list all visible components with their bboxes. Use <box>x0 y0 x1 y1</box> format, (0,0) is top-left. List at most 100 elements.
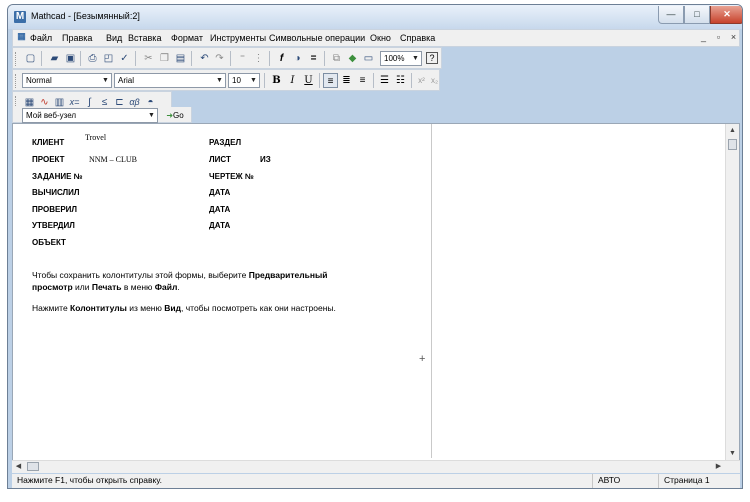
maximize-button[interactable]: □ <box>684 6 710 24</box>
mdi-minimize-button[interactable]: _ <box>697 32 710 44</box>
chevron-down-icon[interactable]: ▼ <box>214 74 225 87</box>
toolbar-separator <box>191 51 192 66</box>
drawing-label: ЧЕРТЕЖ № <box>209 172 254 181</box>
chevron-down-icon[interactable]: ▼ <box>100 74 111 87</box>
redo-icon[interactable]: ↷ <box>212 51 227 66</box>
menu-symbolics[interactable]: Символьные операции <box>269 33 365 43</box>
zoom-select[interactable]: 100% ▼ <box>380 51 422 66</box>
insert-function-icon[interactable]: f <box>274 51 289 66</box>
horizontal-scroll-thumb[interactable] <box>27 462 39 471</box>
minimize-button[interactable]: — <box>658 6 684 24</box>
save-icon[interactable]: ▣ <box>63 51 78 66</box>
align-center-icon[interactable]: ≣ <box>339 73 354 88</box>
toolbar-separator <box>373 73 374 88</box>
menu-file[interactable]: Файл <box>30 33 52 43</box>
status-mode: АВТО <box>592 474 620 488</box>
note-text: Чтобы сохранить колонтитулы этой формы, … <box>32 270 249 280</box>
print-preview-icon[interactable]: ◰ <box>101 51 116 66</box>
calculated-label: ВЫЧИСЛИЛ <box>32 188 80 197</box>
calculate-icon[interactable]: = <box>306 51 321 66</box>
font-select[interactable]: Arial ▼ <box>114 73 226 88</box>
spell-check-icon[interactable]: ✓ <box>117 51 132 66</box>
scroll-left-icon[interactable]: ◀ <box>12 461 25 473</box>
align-right-icon[interactable]: ≡ <box>355 73 370 88</box>
underline-button[interactable]: U <box>301 73 316 88</box>
font-size-select[interactable]: 10 ▼ <box>228 73 260 88</box>
toolbar-separator <box>135 51 136 66</box>
style-value: Normal <box>26 76 52 85</box>
sheet-label: ЛИСТ <box>209 155 231 164</box>
status-page: Страница 1 <box>658 474 710 488</box>
project-label: ПРОЕКТ <box>32 155 65 164</box>
task-label: ЗАДАНИЕ № <box>32 172 83 181</box>
menu-window[interactable]: Окно <box>370 33 391 43</box>
component-wizard-icon[interactable]: ◆ <box>345 51 360 66</box>
menu-insert[interactable]: Вставка <box>128 33 161 43</box>
document-icon[interactable]: ▦ <box>15 31 28 43</box>
note-bold: Печать <box>91 282 122 292</box>
vertical-scrollbar[interactable]: ▲ ▼ <box>725 124 739 460</box>
page-boundary <box>431 124 432 458</box>
align-across-icon[interactable]: ⁼ <box>235 51 250 66</box>
numbering-icon[interactable]: ☷ <box>393 73 408 88</box>
menu-tools[interactable]: Инструменты <box>210 33 266 43</box>
cut-icon[interactable]: ✂ <box>141 51 156 66</box>
note-bold: Вид <box>164 303 181 313</box>
horizontal-scrollbar[interactable]: ◀ ▶ <box>12 460 740 473</box>
italic-button[interactable]: I <box>285 73 300 88</box>
mathcad-logo-icon: M <box>14 11 26 23</box>
toolbar-grip[interactable] <box>15 52 18 66</box>
note-line-3[interactable]: Нажмите Колонтитулы из меню Вид, чтобы п… <box>32 302 336 314</box>
paste-icon[interactable]: ▤ <box>173 51 188 66</box>
client-value[interactable]: Trovel <box>85 133 106 142</box>
date-label: ДАТА <box>209 188 231 197</box>
web-address-select[interactable]: Мой веб-узел ▼ <box>22 108 158 123</box>
help-button[interactable]: ? <box>426 52 438 64</box>
scroll-up-icon[interactable]: ▲ <box>726 124 739 137</box>
copy-icon[interactable]: ❐ <box>157 51 172 66</box>
note-line-2[interactable]: просмотр или Печать в меню Файл. <box>32 281 180 293</box>
formatting-toolbar: Normal ▼ Arial ▼ 10 ▼ B I U ≡ ≣ ≡ ☰ ☷ x²… <box>12 69 440 91</box>
undo-icon[interactable]: ↶ <box>197 51 212 66</box>
chevron-down-icon[interactable]: ▼ <box>248 74 259 87</box>
bold-button[interactable]: B <box>269 73 284 88</box>
insert-hyperlink-icon[interactable]: ⧉ <box>329 51 344 66</box>
note-text: или <box>72 282 92 292</box>
toolbar-grip[interactable] <box>15 74 18 88</box>
standard-toolbar: ▢ ▰ ▣ ⎙ ◰ ✓ ✂ ❐ ▤ ↶ ↷ ⁼ ⋮ f ◑ = ⧉ ◆ ▭ 10… <box>12 47 442 69</box>
note-line-1[interactable]: Чтобы сохранить колонтитулы этой формы, … <box>32 269 328 281</box>
menu-format[interactable]: Формат <box>171 33 203 43</box>
bullets-icon[interactable]: ☰ <box>377 73 392 88</box>
scroll-right-icon[interactable]: ▶ <box>712 461 725 473</box>
chevron-down-icon[interactable]: ▼ <box>410 52 421 65</box>
resource-center-icon[interactable]: ▭ <box>361 51 376 66</box>
section-label: РАЗДЕЛ <box>209 138 242 147</box>
approved-label: УТВЕРДИЛ <box>32 221 75 230</box>
new-document-icon[interactable]: ▢ <box>23 51 38 66</box>
project-value[interactable]: NNM – CLUB <box>89 155 137 164</box>
web-toolbar: Мой веб-узел ▼ ➜Go <box>12 107 192 123</box>
vertical-scroll-thumb[interactable] <box>728 139 737 150</box>
title-bar[interactable]: M Mathcad - [Безымянный:2] — □ ✕ <box>8 5 742 29</box>
style-select[interactable]: Normal ▼ <box>22 73 112 88</box>
toolbar-separator <box>264 73 265 88</box>
worksheet[interactable]: КЛИЕНТ Trovel ПРОЕКТ NNM – CLUB ЗАДАНИЕ … <box>12 123 740 461</box>
align-left-icon[interactable]: ≡ <box>323 73 338 88</box>
toolbar-separator <box>324 51 325 66</box>
chevron-down-icon[interactable]: ▼ <box>146 109 157 122</box>
menu-view[interactable]: Вид <box>106 33 122 43</box>
insert-unit-icon[interactable]: ◑ <box>290 51 305 66</box>
go-button[interactable]: ➜Go <box>163 108 187 123</box>
menu-help[interactable]: Справка <box>400 33 435 43</box>
align-down-icon[interactable]: ⋮ <box>251 51 266 66</box>
print-icon[interactable]: ⎙ <box>85 51 100 66</box>
mdi-restore-button[interactable]: ▫ <box>712 32 725 44</box>
menu-edit[interactable]: Правка <box>62 33 92 43</box>
open-folder-icon[interactable]: ▰ <box>47 51 62 66</box>
note-text: . <box>177 282 180 292</box>
subscript-icon[interactable]: x₂ <box>427 73 442 88</box>
note-bold: просмотр <box>32 282 73 292</box>
scroll-down-icon[interactable]: ▼ <box>726 447 739 460</box>
close-button[interactable]: ✕ <box>710 6 742 24</box>
mdi-close-button[interactable]: × <box>727 32 740 44</box>
